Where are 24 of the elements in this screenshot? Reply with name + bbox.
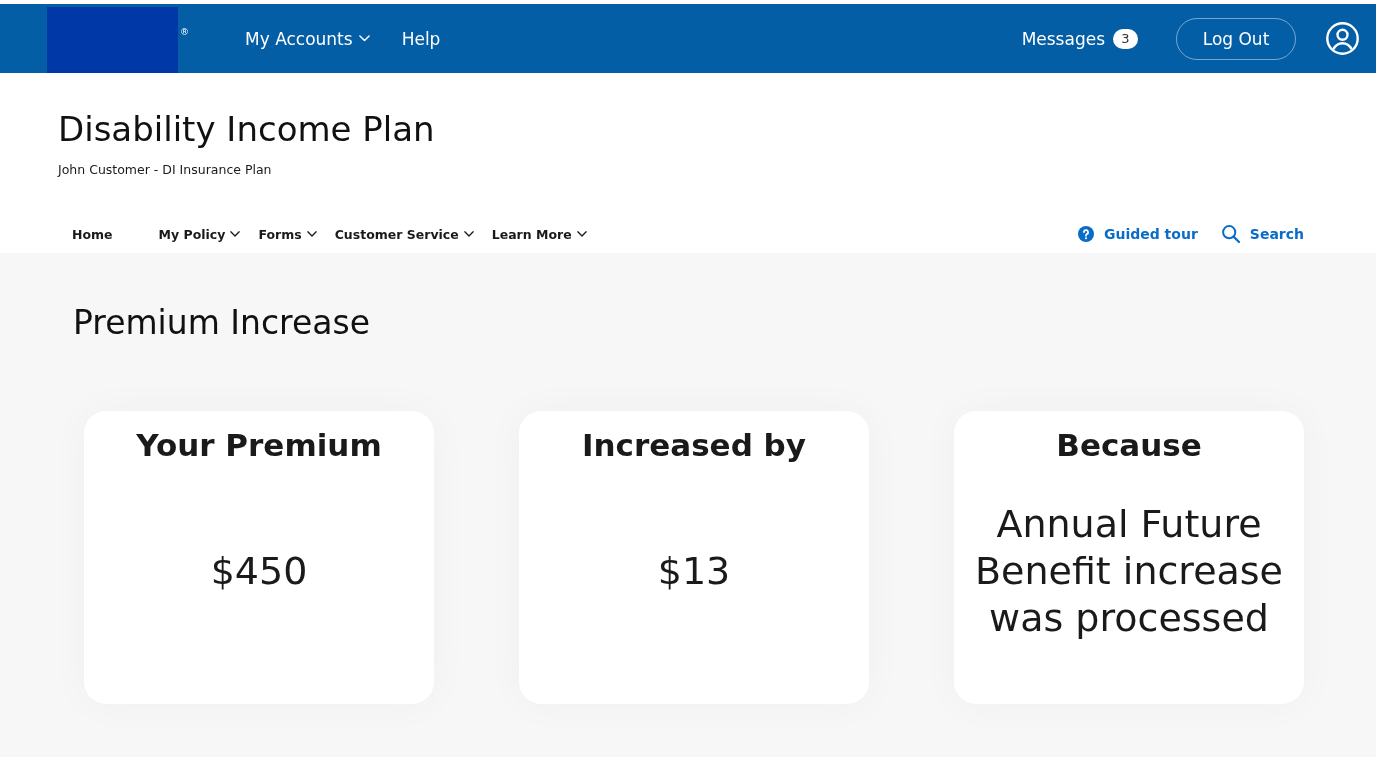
card-value: Annual Future Benefit increase was processed [974, 501, 1284, 642]
card-value: $13 [657, 548, 731, 595]
card-title: Because [1056, 426, 1202, 465]
nav-menu-item[interactable]: Learn More [491, 226, 587, 242]
nav-menu-item[interactable]: Forms [258, 226, 317, 242]
guided-tour-link[interactable]: Guided tour [1077, 226, 1198, 242]
registered-mark: ® [180, 27, 189, 37]
user-circle-icon[interactable] [1326, 22, 1359, 55]
search-link[interactable]: Search [1221, 225, 1304, 243]
messages-link[interactable]: Messages 3 [1021, 28, 1138, 49]
section-title: Premium Increase [73, 302, 370, 344]
header-menu-link[interactable]: My Accounts [245, 28, 370, 49]
card-title: Increased by [581, 426, 807, 465]
search-icon [1221, 225, 1240, 243]
help-icon [1077, 226, 1094, 242]
header-menu-link[interactable]: Help [401, 28, 441, 49]
card-value: $450 [210, 548, 308, 595]
nav-menu-item[interactable]: Home [72, 226, 113, 242]
page-title: Disability Income Plan [58, 108, 435, 151]
nav-menu-item[interactable]: My Policy [158, 226, 241, 242]
nav-menu-item[interactable]: Customer Service [334, 226, 474, 242]
page-subtitle: John Customer - DI Insurance Plan [58, 161, 272, 179]
message-count: 3 [1113, 28, 1138, 49]
card-title: Your Premium [136, 426, 382, 465]
